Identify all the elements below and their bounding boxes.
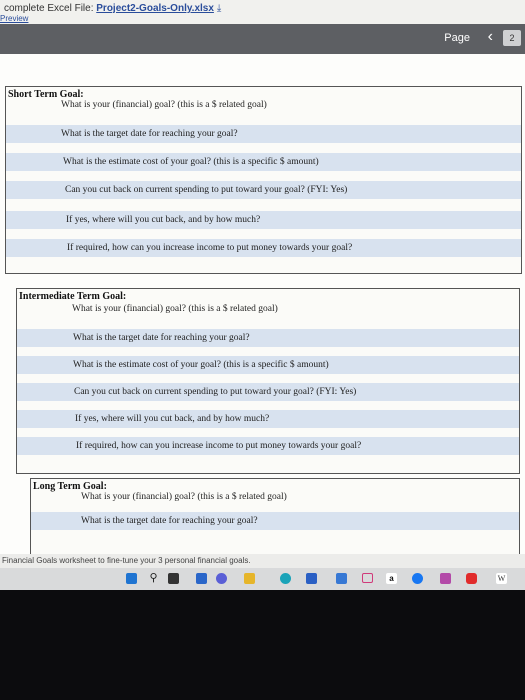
question-row: What is your (financial) goal? (this is … xyxy=(61,100,267,110)
question-row: What is the target date for reaching you… xyxy=(31,512,519,530)
question-row: If required, how can you increase income… xyxy=(6,239,521,257)
page-number-field[interactable]: 2 xyxy=(503,30,521,46)
app-icon[interactable] xyxy=(440,573,451,584)
amazon-icon[interactable]: a xyxy=(386,573,397,584)
task-view-icon[interactable] xyxy=(168,573,179,584)
search-icon[interactable]: ⚲ xyxy=(148,573,159,584)
question-row: If required, how can you increase income… xyxy=(17,437,519,455)
question-row: What is the estimate cost of your goal? … xyxy=(17,356,519,374)
mail-icon[interactable] xyxy=(362,573,373,583)
page-label: Page xyxy=(444,32,470,44)
store-icon[interactable] xyxy=(306,573,317,584)
intermediate-term-goal-box: Intermediate Term Goal: What is your (fi… xyxy=(16,288,520,474)
download-icon[interactable]: ⤓ xyxy=(217,3,221,14)
file-explorer-icon[interactable] xyxy=(196,573,207,584)
file-link-line: complete Excel File: Project2-Goals-Only… xyxy=(4,3,222,14)
windows-icon[interactable] xyxy=(126,573,137,584)
question-row: What is the target date for reaching you… xyxy=(17,329,519,347)
browser-file-bar: complete Excel File: Project2-Goals-Only… xyxy=(0,0,525,24)
chevron-left-icon[interactable]: ‹ xyxy=(488,28,493,46)
question-row: What is your (financial) goal? (this is … xyxy=(81,492,287,502)
question-row: Can you cut back on current spending to … xyxy=(6,181,521,199)
long-term-goal-box: Long Term Goal: What is your (financial)… xyxy=(30,478,520,559)
folder-icon[interactable] xyxy=(244,573,255,584)
viewer-header: Page ‹ 2 xyxy=(0,24,525,54)
question-row: What is the target date for reaching you… xyxy=(6,125,521,143)
chat-icon[interactable] xyxy=(216,573,227,584)
youtube-icon[interactable] xyxy=(466,573,477,584)
caption-bar: Financial Goals worksheet to fine-tune y… xyxy=(0,554,525,568)
monitor-bezel xyxy=(0,590,525,700)
taskbar: ⚲ a W xyxy=(0,568,525,590)
worksheet-page: Short Term Goal: What is your (financial… xyxy=(0,54,525,559)
question-row: If yes, where will you cut back, and by … xyxy=(17,410,519,428)
caption-text: Financial Goals worksheet to fine-tune y… xyxy=(2,556,251,565)
question-row: If yes, where will you cut back, and by … xyxy=(6,211,521,229)
edge-icon[interactable] xyxy=(280,573,291,584)
facebook-icon[interactable] xyxy=(412,573,423,584)
short-term-goal-box: Short Term Goal: What is your (financial… xyxy=(5,86,522,274)
question-row: Can you cut back on current spending to … xyxy=(17,383,519,401)
word-icon[interactable]: W xyxy=(496,573,507,584)
question-row: What is your (financial) goal? (this is … xyxy=(72,304,278,314)
settings-icon[interactable] xyxy=(336,573,347,584)
question-row: What is the estimate cost of your goal? … xyxy=(6,153,521,171)
preview-link[interactable]: Preview xyxy=(0,14,28,23)
file-name-link[interactable]: Project2-Goals-Only.xlsx xyxy=(96,3,214,14)
